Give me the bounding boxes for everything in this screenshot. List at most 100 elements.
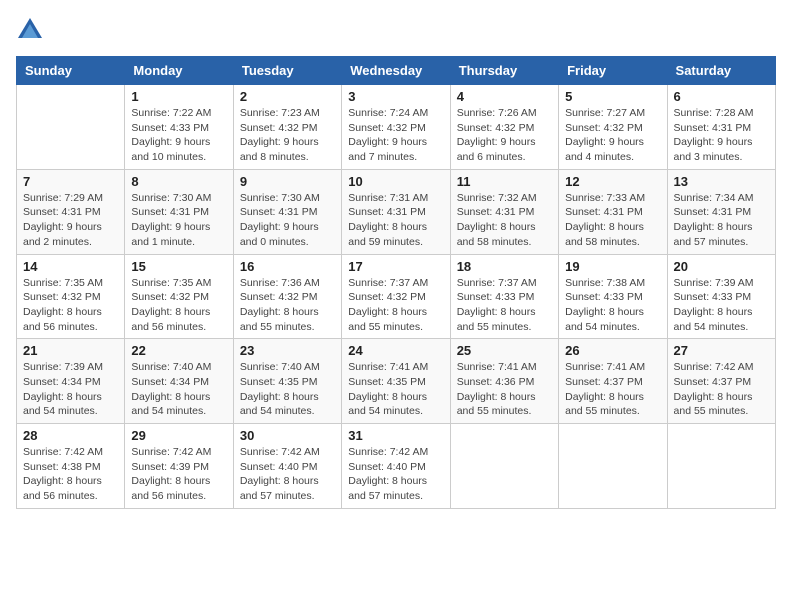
- day-number: 6: [674, 89, 769, 104]
- calendar-cell: 16 Sunrise: 7:36 AM Sunset: 4:32 PM Dayli…: [233, 254, 341, 339]
- day-info: Sunrise: 7:36 AM Sunset: 4:32 PM Dayligh…: [240, 276, 335, 335]
- day-info: Sunrise: 7:32 AM Sunset: 4:31 PM Dayligh…: [457, 191, 552, 250]
- calendar-cell: [559, 424, 667, 509]
- calendar-header-saturday: Saturday: [667, 57, 775, 85]
- day-number: 4: [457, 89, 552, 104]
- calendar-cell: 26Sunrise: 7:41 AM Sunset: 4:37 PM Dayli…: [559, 339, 667, 424]
- day-number: 1: [131, 89, 226, 104]
- calendar-cell: 22 Sunrise: 7:40 AM Sunset: 4:34 PM Dayli…: [125, 339, 233, 424]
- day-info: Sunrise: 7:27 AM Sunset: 4:32 PM Dayligh…: [565, 106, 660, 165]
- day-number: 11: [457, 174, 552, 189]
- calendar-cell: 6 Sunrise: 7:28 AM Sunset: 4:31 PM Daylig…: [667, 85, 775, 170]
- day-number: 29: [131, 428, 226, 443]
- calendar-header-sunday: Sunday: [17, 57, 125, 85]
- logo-icon: [16, 16, 44, 44]
- day-number: 21: [23, 343, 118, 358]
- day-info: Sunrise: 7:41 AM Sunset: 4:36 PM Dayligh…: [457, 360, 552, 419]
- calendar-cell: 12 Sunrise: 7:33 AM Sunset: 4:31 PM Dayli…: [559, 169, 667, 254]
- calendar-cell: [17, 85, 125, 170]
- calendar-cell: 9 Sunrise: 7:30 AM Sunset: 4:31 PM Daylig…: [233, 169, 341, 254]
- calendar-cell: 8 Sunrise: 7:30 AM Sunset: 4:31 PM Daylig…: [125, 169, 233, 254]
- day-info: Sunrise: 7:42 AM Sunset: 4:40 PM Dayligh…: [348, 445, 443, 504]
- day-info: Sunrise: 7:35 AM Sunset: 4:32 PM Dayligh…: [131, 276, 226, 335]
- calendar-cell: 19 Sunrise: 7:38 AM Sunset: 4:33 PM Dayli…: [559, 254, 667, 339]
- calendar-table: SundayMondayTuesdayWednesdayThursdayFrid…: [16, 56, 776, 509]
- day-number: 25: [457, 343, 552, 358]
- calendar-cell: 17 Sunrise: 7:37 AM Sunset: 4:32 PM Dayli…: [342, 254, 450, 339]
- calendar-cell: 11 Sunrise: 7:32 AM Sunset: 4:31 PM Dayli…: [450, 169, 558, 254]
- calendar-cell: 3Sunrise: 7:24 AM Sunset: 4:32 PM Daylig…: [342, 85, 450, 170]
- calendar-cell: 25 Sunrise: 7:41 AM Sunset: 4:36 PM Dayli…: [450, 339, 558, 424]
- day-info: Sunrise: 7:39 AM Sunset: 4:34 PM Dayligh…: [23, 360, 118, 419]
- day-info: Sunrise: 7:40 AM Sunset: 4:34 PM Dayligh…: [131, 360, 226, 419]
- day-info: Sunrise: 7:30 AM Sunset: 4:31 PM Dayligh…: [131, 191, 226, 250]
- day-info: Sunrise: 7:38 AM Sunset: 4:33 PM Dayligh…: [565, 276, 660, 335]
- day-info: Sunrise: 7:42 AM Sunset: 4:39 PM Dayligh…: [131, 445, 226, 504]
- day-number: 17: [348, 259, 443, 274]
- day-info: Sunrise: 7:31 AM Sunset: 4:31 PM Dayligh…: [348, 191, 443, 250]
- day-info: Sunrise: 7:29 AM Sunset: 4:31 PM Dayligh…: [23, 191, 118, 250]
- calendar-week-row: 7 Sunrise: 7:29 AM Sunset: 4:31 PM Daylig…: [17, 169, 776, 254]
- calendar-week-row: 21 Sunrise: 7:39 AM Sunset: 4:34 PM Dayli…: [17, 339, 776, 424]
- day-number: 9: [240, 174, 335, 189]
- day-info: Sunrise: 7:34 AM Sunset: 4:31 PM Dayligh…: [674, 191, 769, 250]
- calendar-header-monday: Monday: [125, 57, 233, 85]
- calendar-week-row: 1 Sunrise: 7:22 AM Sunset: 4:33 PM Daylig…: [17, 85, 776, 170]
- day-number: 24: [348, 343, 443, 358]
- calendar-cell: 28 Sunrise: 7:42 AM Sunset: 4:38 PM Dayli…: [17, 424, 125, 509]
- day-number: 13: [674, 174, 769, 189]
- day-info: Sunrise: 7:22 AM Sunset: 4:33 PM Dayligh…: [131, 106, 226, 165]
- day-number: 5: [565, 89, 660, 104]
- calendar-week-row: 28 Sunrise: 7:42 AM Sunset: 4:38 PM Dayli…: [17, 424, 776, 509]
- day-info: Sunrise: 7:23 AM Sunset: 4:32 PM Dayligh…: [240, 106, 335, 165]
- calendar-cell: 7 Sunrise: 7:29 AM Sunset: 4:31 PM Daylig…: [17, 169, 125, 254]
- calendar-cell: 31 Sunrise: 7:42 AM Sunset: 4:40 PM Dayli…: [342, 424, 450, 509]
- day-info: Sunrise: 7:42 AM Sunset: 4:37 PM Dayligh…: [674, 360, 769, 419]
- day-number: 23: [240, 343, 335, 358]
- day-info: Sunrise: 7:39 AM Sunset: 4:33 PM Dayligh…: [674, 276, 769, 335]
- calendar-cell: [450, 424, 558, 509]
- calendar-cell: 5 Sunrise: 7:27 AM Sunset: 4:32 PM Daylig…: [559, 85, 667, 170]
- day-info: Sunrise: 7:40 AM Sunset: 4:35 PM Dayligh…: [240, 360, 335, 419]
- day-info: Sunrise: 7:42 AM Sunset: 4:40 PM Dayligh…: [240, 445, 335, 504]
- day-info: Sunrise: 7:33 AM Sunset: 4:31 PM Dayligh…: [565, 191, 660, 250]
- calendar-cell: [667, 424, 775, 509]
- day-number: 15: [131, 259, 226, 274]
- day-number: 28: [23, 428, 118, 443]
- calendar-header-row: SundayMondayTuesdayWednesdayThursdayFrid…: [17, 57, 776, 85]
- calendar-header-thursday: Thursday: [450, 57, 558, 85]
- day-number: 8: [131, 174, 226, 189]
- day-number: 7: [23, 174, 118, 189]
- day-info: Sunrise: 7:37 AM Sunset: 4:32 PM Dayligh…: [348, 276, 443, 335]
- day-info: Sunrise: 7:41 AM Sunset: 4:37 PM Dayligh…: [565, 360, 660, 419]
- calendar-cell: 1 Sunrise: 7:22 AM Sunset: 4:33 PM Daylig…: [125, 85, 233, 170]
- day-number: 22: [131, 343, 226, 358]
- page-header: [16, 16, 776, 44]
- day-number: 20: [674, 259, 769, 274]
- calendar-cell: 29 Sunrise: 7:42 AM Sunset: 4:39 PM Dayli…: [125, 424, 233, 509]
- calendar-cell: 21 Sunrise: 7:39 AM Sunset: 4:34 PM Dayli…: [17, 339, 125, 424]
- calendar-cell: 4 Sunrise: 7:26 AM Sunset: 4:32 PM Daylig…: [450, 85, 558, 170]
- day-info: Sunrise: 7:30 AM Sunset: 4:31 PM Dayligh…: [240, 191, 335, 250]
- day-info: Sunrise: 7:24 AM Sunset: 4:32 PM Dayligh…: [348, 106, 443, 165]
- calendar-header-wednesday: Wednesday: [342, 57, 450, 85]
- calendar-cell: 24 Sunrise: 7:41 AM Sunset: 4:35 PM Dayli…: [342, 339, 450, 424]
- day-number: 16: [240, 259, 335, 274]
- calendar-week-row: 14 Sunrise: 7:35 AM Sunset: 4:32 PM Dayli…: [17, 254, 776, 339]
- calendar-cell: 18Sunrise: 7:37 AM Sunset: 4:33 PM Dayli…: [450, 254, 558, 339]
- day-info: Sunrise: 7:26 AM Sunset: 4:32 PM Dayligh…: [457, 106, 552, 165]
- day-number: 19: [565, 259, 660, 274]
- calendar-cell: 20 Sunrise: 7:39 AM Sunset: 4:33 PM Dayli…: [667, 254, 775, 339]
- day-number: 31: [348, 428, 443, 443]
- calendar-cell: 13 Sunrise: 7:34 AM Sunset: 4:31 PM Dayli…: [667, 169, 775, 254]
- day-info: Sunrise: 7:42 AM Sunset: 4:38 PM Dayligh…: [23, 445, 118, 504]
- day-number: 12: [565, 174, 660, 189]
- day-number: 14: [23, 259, 118, 274]
- calendar-cell: 30Sunrise: 7:42 AM Sunset: 4:40 PM Dayli…: [233, 424, 341, 509]
- calendar-cell: 27Sunrise: 7:42 AM Sunset: 4:37 PM Dayli…: [667, 339, 775, 424]
- day-info: Sunrise: 7:28 AM Sunset: 4:31 PM Dayligh…: [674, 106, 769, 165]
- calendar-cell: 2Sunrise: 7:23 AM Sunset: 4:32 PM Daylig…: [233, 85, 341, 170]
- calendar-header-friday: Friday: [559, 57, 667, 85]
- logo: [16, 16, 48, 44]
- day-info: Sunrise: 7:41 AM Sunset: 4:35 PM Dayligh…: [348, 360, 443, 419]
